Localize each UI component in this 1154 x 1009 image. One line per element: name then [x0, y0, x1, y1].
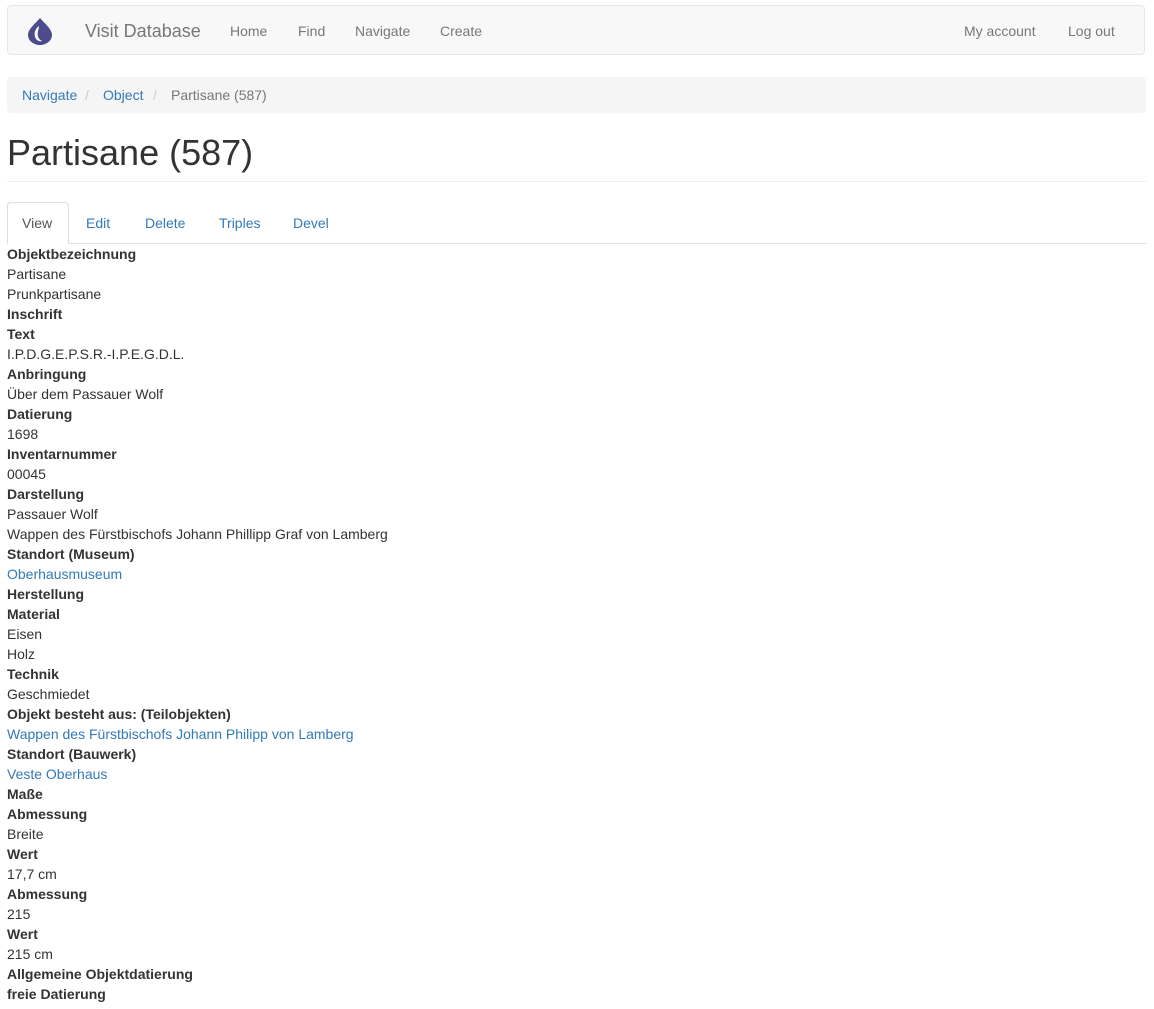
- field-label: Technik: [7, 666, 59, 682]
- object-fields: Objektbezeichnung Partisane Prunkpartisane…: [7, 244, 1146, 1004]
- nav-create-link[interactable]: Create: [440, 23, 482, 39]
- field-label: Standort (Museum): [7, 546, 135, 562]
- field-value-link[interactable]: Wappen des Fürstbischofs Johann Philipp …: [7, 724, 1146, 744]
- tab-triples[interactable]: Triples: [204, 202, 276, 243]
- top-navbar: Visit Database Home Find Navigate Create…: [7, 5, 1145, 55]
- breadcrumb-separator: /: [85, 87, 89, 103]
- drop-logo-icon[interactable]: [26, 17, 54, 45]
- field-label: Abmessung: [7, 886, 88, 902]
- title-divider: [7, 181, 1146, 182]
- field-label: Inschrift: [7, 306, 63, 322]
- breadcrumb-object-link[interactable]: Object: [103, 87, 143, 103]
- field-value: Breite: [7, 826, 44, 842]
- field-label: Herstellung: [7, 586, 85, 602]
- tab-devel[interactable]: Devel: [278, 202, 344, 243]
- field-value: 1698: [7, 426, 39, 442]
- field-label: Wert: [7, 846, 38, 862]
- field-label: Datierung: [7, 406, 73, 422]
- nav-my-account-link[interactable]: My account: [964, 23, 1036, 39]
- field-label: Allgemeine Objektdatierung: [7, 966, 193, 982]
- field-value: Über dem Passauer Wolf: [7, 386, 164, 402]
- field-value: 00045: [7, 466, 46, 482]
- breadcrumb-navigate-link[interactable]: Navigate: [22, 87, 77, 103]
- field-value: 215: [7, 906, 31, 922]
- field-label: Text: [7, 326, 35, 342]
- brand-link[interactable]: Visit Database: [85, 21, 201, 41]
- breadcrumb: Navigate / Object / Partisane (587): [7, 77, 1146, 113]
- field-value: Passauer Wolf: [7, 506, 98, 522]
- field-value: Eisen: [7, 626, 43, 642]
- field-label: Standort (Bauwerk): [7, 746, 137, 762]
- field-value: 215 cm: [7, 946, 53, 962]
- tab-edit[interactable]: Edit: [71, 202, 125, 243]
- field-label: Wert: [7, 926, 38, 942]
- nav-navigate-link[interactable]: Navigate: [355, 23, 410, 39]
- field-value: Partisane: [7, 266, 67, 282]
- field-label: freie Datierung: [7, 986, 106, 1002]
- tab-bar: View Edit Delete Triples Devel: [7, 202, 1146, 244]
- nav-logout-link[interactable]: Log out: [1068, 23, 1115, 39]
- nav-home-link[interactable]: Home: [230, 23, 267, 39]
- field-label: Objekt besteht aus: (Teilobjekten): [7, 706, 231, 722]
- field-label: Maße: [7, 786, 43, 802]
- field-label: Abmessung: [7, 806, 88, 822]
- field-label: Anbringung: [7, 366, 87, 382]
- field-value: Prunkpartisane: [7, 286, 102, 302]
- field-value: Holz: [7, 646, 36, 662]
- field-value: Geschmiedet: [7, 686, 90, 702]
- field-value-link[interactable]: Veste Oberhaus: [7, 764, 1146, 784]
- field-label: Darstellung: [7, 486, 85, 502]
- field-value: I.P.D.G.E.P.S.R.-I.P.E.G.D.L.: [7, 346, 185, 362]
- tab-view[interactable]: View: [7, 202, 69, 244]
- nav-find-link[interactable]: Find: [298, 23, 325, 39]
- field-label: Material: [7, 606, 60, 622]
- page-title: Partisane (587): [7, 132, 254, 173]
- field-value: Wappen des Fürstbischofs Johann Phillipp…: [7, 526, 388, 542]
- field-label: Inventarnummer: [7, 446, 117, 462]
- breadcrumb-separator: /: [153, 87, 157, 103]
- tab-delete[interactable]: Delete: [130, 202, 200, 243]
- field-label: Objektbezeichnung: [7, 246, 137, 262]
- breadcrumb-current: Partisane (587): [171, 87, 267, 103]
- field-value: 17,7 cm: [7, 866, 57, 882]
- field-value-link[interactable]: Oberhausmuseum: [7, 564, 1146, 584]
